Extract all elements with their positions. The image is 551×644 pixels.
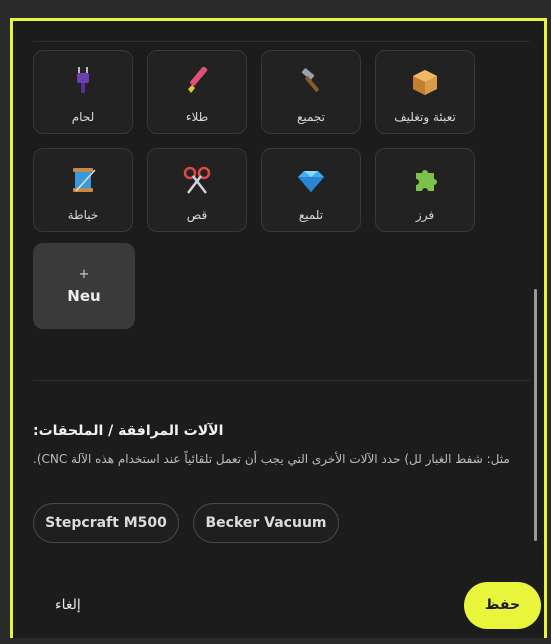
hammer-icon [262,67,360,97]
category-tile-assembly[interactable]: تجميع [261,50,361,134]
category-label: طلاء [185,110,209,124]
thread-spool-icon [34,165,132,195]
category-tile-packaging[interactable]: تعبئة وتغليف [375,50,475,134]
scrollbar[interactable] [534,289,537,541]
add-category-button[interactable]: + Neu [33,243,135,329]
accessories-title: الآلات المرافقة / الملحقات: [33,423,224,439]
category-label: تجميع [296,110,326,124]
category-label: فرز [415,208,435,222]
top-divider [33,41,530,42]
category-tile-painting[interactable]: طلاء [147,50,247,134]
section-divider [33,380,530,381]
category-tile-welding[interactable]: لحام [33,50,133,134]
category-tile-polishing[interactable]: تلميع [261,148,361,232]
category-tile-cutting[interactable]: قص [147,148,247,232]
category-label: تلميع [298,208,324,222]
accessory-chip-stepcraft[interactable]: Stepcraft M500 [33,503,179,543]
category-tile-milling[interactable]: فرز [375,148,475,232]
accessories-description: مثل: شفط الغبار لل) حدد الآلات الأخرى ال… [33,452,510,466]
category-label: خياطة [67,208,99,222]
package-icon [376,67,474,97]
paintbrush-icon [148,67,246,97]
add-category-label: Neu [67,287,101,305]
accessory-chip-becker[interactable]: Becker Vacuum [193,503,339,543]
diamond-icon [262,165,360,195]
save-button[interactable]: حفظ [464,582,541,629]
cancel-button[interactable]: إلغاء [55,597,81,613]
plug-icon [34,67,132,97]
category-label: تعبئة وتغليف [394,110,456,124]
puzzle-icon [376,165,474,195]
category-label: لحام [71,110,95,124]
scissors-icon [148,165,246,195]
category-label: قص [186,208,208,222]
category-tile-sewing[interactable]: خياطة [33,148,133,232]
dialog-panel: لحام طلاء تجميع تعبئة وتغليف خياطة قص تل… [10,18,547,638]
plus-icon: + [78,267,90,282]
